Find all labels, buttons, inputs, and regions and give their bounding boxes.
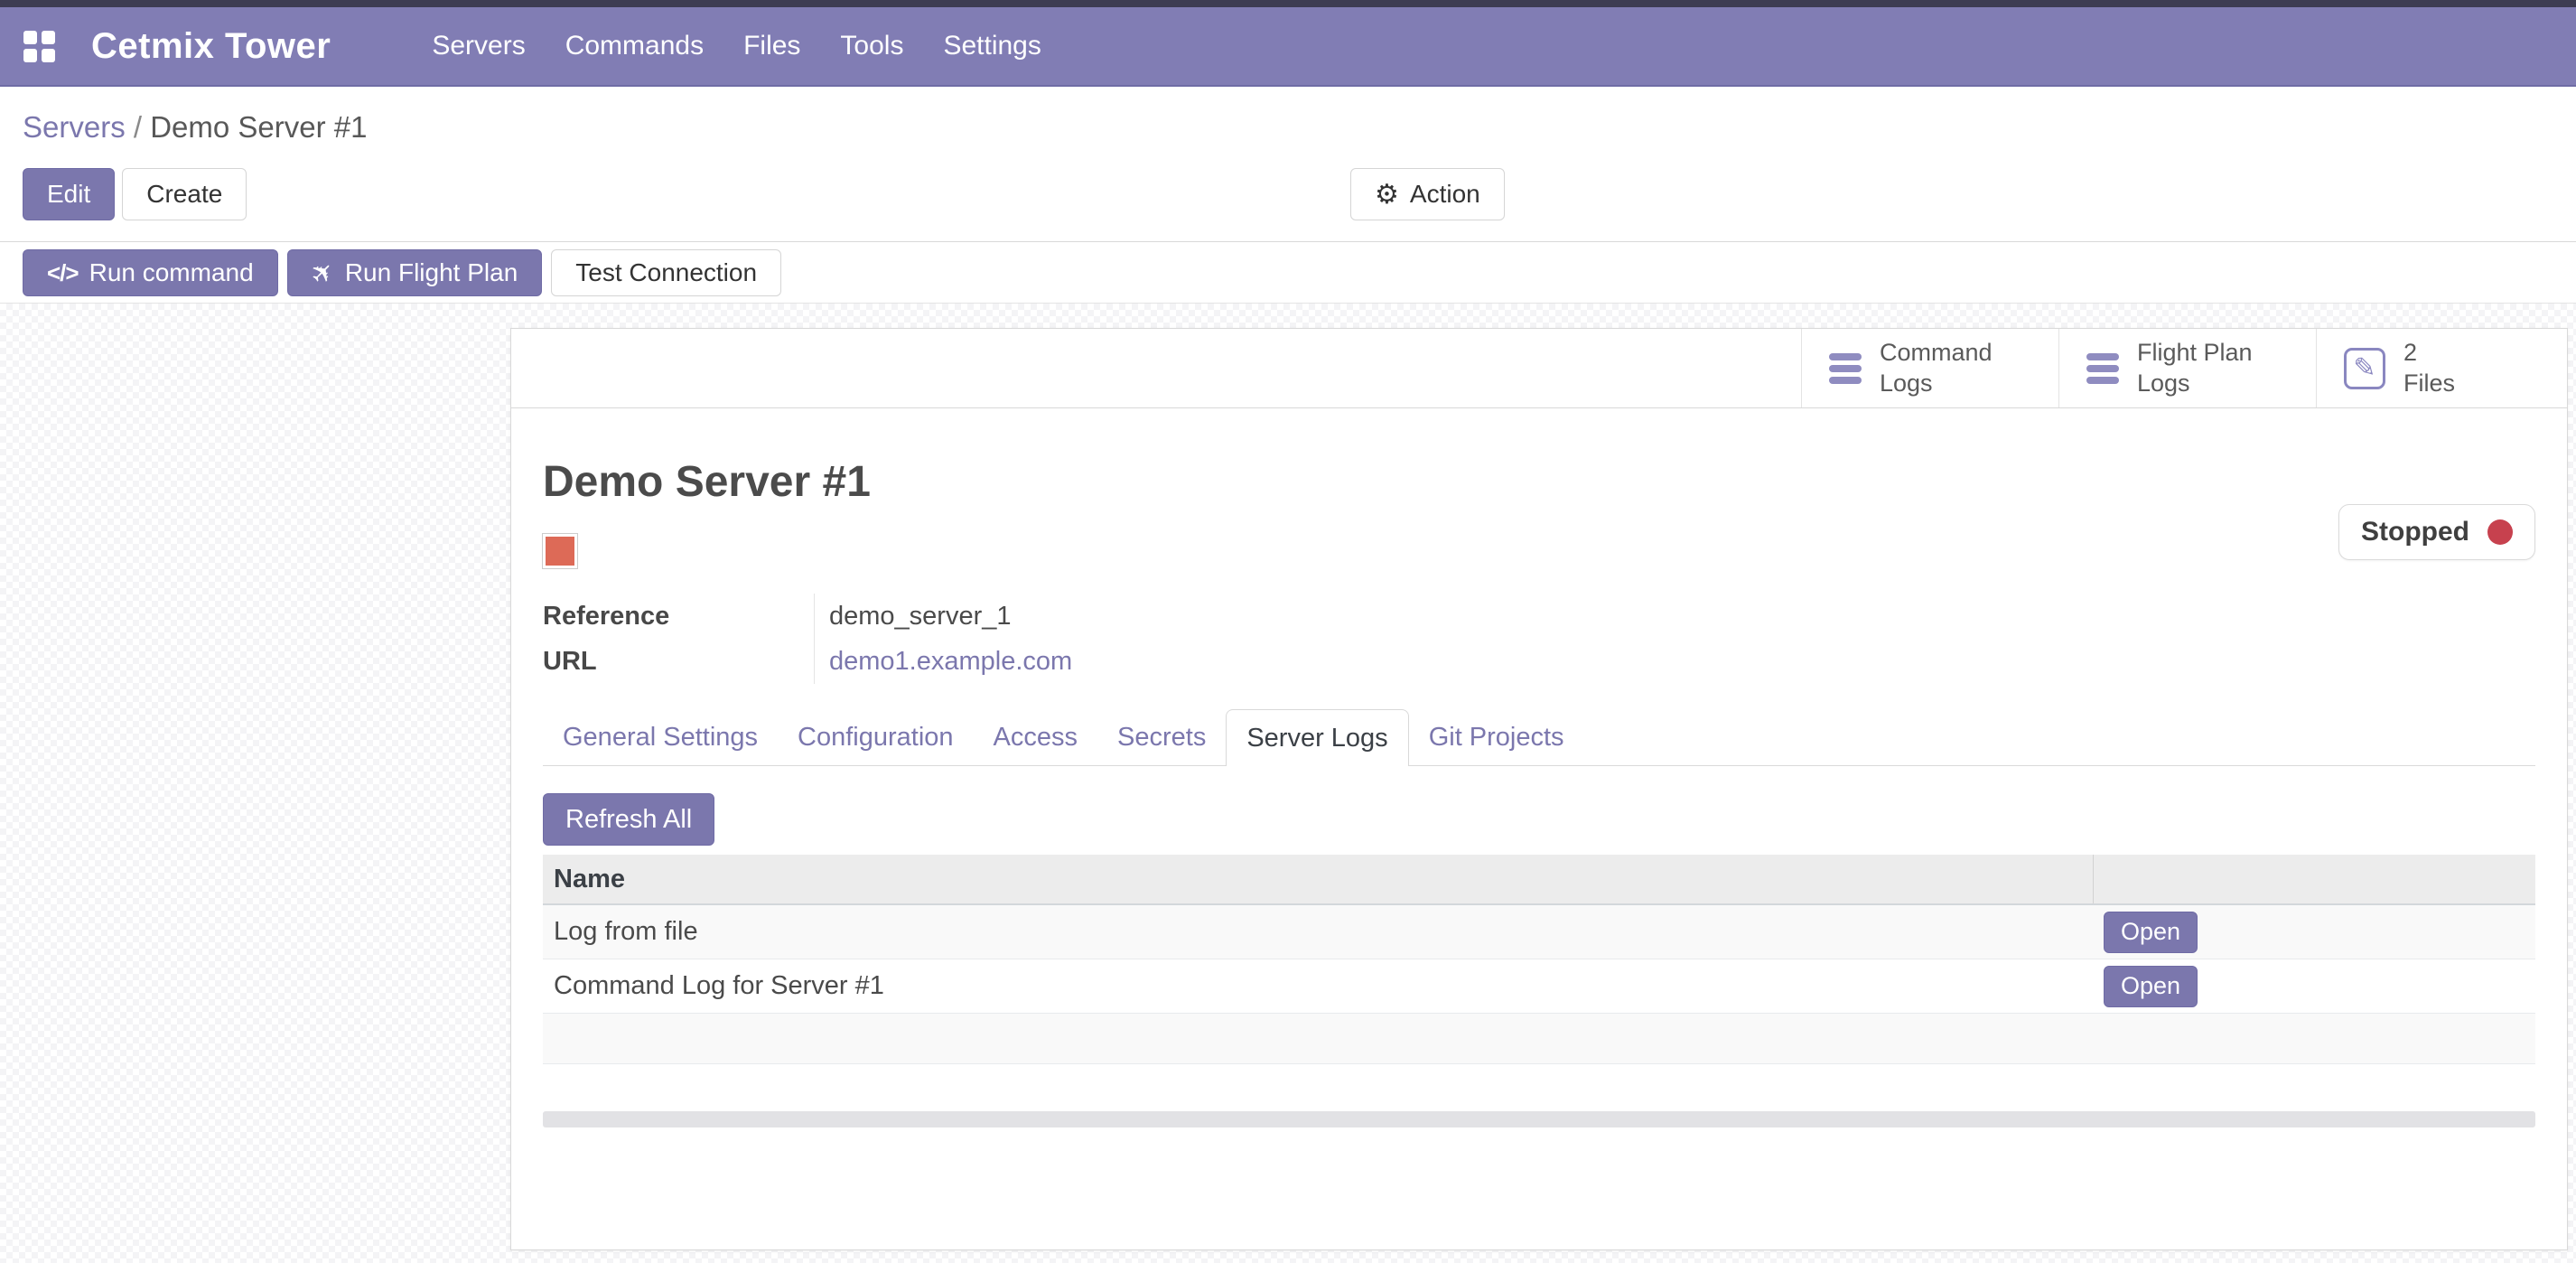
flight-plan-logs-label: Flight Plan Logs [2137,338,2253,399]
record-buttons: Edit Create [23,168,2576,220]
breadcrumb-servers-link[interactable]: Servers [23,110,126,144]
flight-plan-logs-stat-button[interactable]: Flight Plan Logs [2058,329,2316,407]
log-name-cell: Command Log for Server #1 [543,971,2093,1001]
notebook-tabs: General Settings Configuration Access Se… [543,709,2535,766]
page: Cetmix Tower Servers Commands Files Tool… [0,0,2576,1263]
list-icon [2086,353,2119,384]
create-button[interactable]: Create [122,168,247,220]
table-header-row: Name [543,855,2535,905]
action-button[interactable]: ⚙ Action [1350,168,1505,220]
url-label: URL [543,647,814,677]
open-log-button[interactable]: Open [2104,912,2198,953]
command-logs-stat-button[interactable]: Command Logs [1801,329,2058,407]
server-command-bar: </> Run command ✈ Run Flight Plan Test C… [0,242,2576,303]
plane-icon: ✈ [303,254,342,293]
files-count-label: 2 Files [2403,338,2455,399]
status-badge: Stopped [2338,504,2535,560]
control-panel: Servers / Demo Server #1 Edit Create ⚙ A… [0,87,2576,242]
tab-git-projects[interactable]: Git Projects [1409,709,1584,765]
nav-item-settings[interactable]: Settings [943,31,1041,61]
apps-grid-icon[interactable] [23,31,55,62]
action-button-label: Action [1410,180,1480,209]
url-value-link[interactable]: demo1.example.com [814,639,1072,684]
server-form-card: Command Logs Flight Plan Logs ✎ [510,328,2568,1250]
reference-value: demo_server_1 [814,594,1012,639]
open-log-button[interactable]: Open [2104,966,2198,1007]
main-navbar: Cetmix Tower Servers Commands Files Tool… [0,7,2576,87]
nav-item-files[interactable]: Files [743,31,800,61]
run-command-button[interactable]: </> Run command [23,249,278,296]
nav-item-servers[interactable]: Servers [432,31,525,61]
tab-access[interactable]: Access [974,709,1097,765]
field-group: Reference demo_server_1 URL demo1.exampl… [543,594,2535,684]
server-color-swatch[interactable] [543,534,577,568]
test-connection-button[interactable]: Test Connection [551,249,781,296]
breadcrumb-separator: / [134,110,142,144]
stat-button-strip: Command Logs Flight Plan Logs ✎ [511,329,2567,408]
horizontal-scrollbar[interactable] [543,1111,2535,1127]
nav-item-commands[interactable]: Commands [565,31,704,61]
breadcrumb-current: Demo Server #1 [150,110,367,144]
log-name-cell: Log from file [543,917,2093,947]
command-logs-label: Command Logs [1880,338,1993,399]
tab-configuration[interactable]: Configuration [778,709,974,765]
server-logs-table: Name Log from file Open Command Log for … [543,855,2535,1064]
column-header-action [2093,855,2535,903]
window-top-strip [0,0,2576,7]
brand-title[interactable]: Cetmix Tower [91,26,331,67]
run-command-label: Run command [89,258,254,287]
run-flight-plan-label: Run Flight Plan [345,258,518,287]
form-view-background: Command Logs Flight Plan Logs ✎ [0,303,2576,1263]
files-stat-button[interactable]: ✎ 2 Files [2316,329,2567,407]
column-header-name[interactable]: Name [543,865,2093,894]
nav-item-tools[interactable]: Tools [840,31,903,61]
edit-button[interactable]: Edit [23,168,115,220]
list-icon [1829,353,1862,384]
tab-server-logs[interactable]: Server Logs [1226,709,1408,766]
gear-icon: ⚙ [1375,179,1399,210]
run-flight-plan-button[interactable]: ✈ Run Flight Plan [287,249,543,296]
reference-label: Reference [543,602,814,632]
field-row-url: URL demo1.example.com [543,639,2535,684]
page-title: Demo Server #1 [543,457,2535,507]
field-row-reference: Reference demo_server_1 [543,594,2535,639]
server-form-body: Stopped Demo Server #1 Reference demo_se… [511,457,2567,1127]
file-edit-icon: ✎ [2344,348,2385,389]
tab-general-settings[interactable]: General Settings [543,709,778,765]
tab-secrets[interactable]: Secrets [1097,709,1226,765]
breadcrumb: Servers / Demo Server #1 [23,110,2576,145]
navbar-menu: Servers Commands Files Tools Settings [432,31,1041,61]
table-row[interactable]: Command Log for Server #1 Open [543,959,2535,1014]
status-stopped-dot [2487,519,2513,545]
table-row[interactable]: Log from file Open [543,905,2535,959]
status-label: Stopped [2361,517,2469,547]
table-empty-row [543,1014,2535,1064]
code-icon: </> [47,259,79,287]
refresh-all-button[interactable]: Refresh All [543,793,714,846]
